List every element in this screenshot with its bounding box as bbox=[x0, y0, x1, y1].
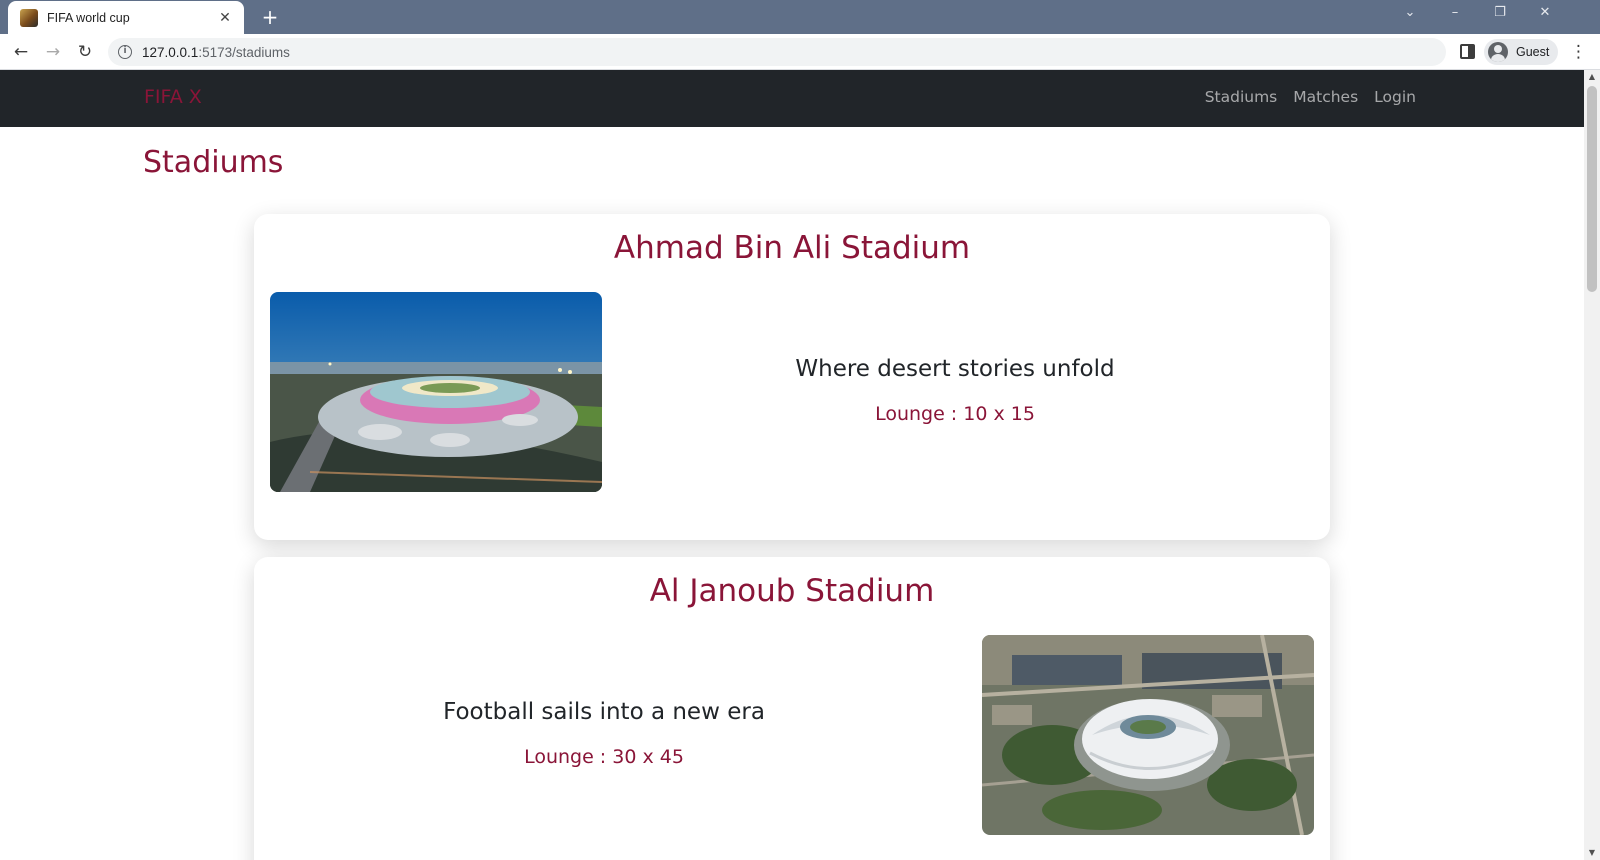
profile-name: Guest bbox=[1516, 45, 1550, 59]
side-panel-icon[interactable] bbox=[1460, 44, 1475, 59]
profile-button[interactable]: Guest bbox=[1484, 39, 1558, 65]
info-icon[interactable]: i bbox=[118, 45, 132, 59]
tab-close-icon[interactable]: ✕ bbox=[216, 10, 234, 26]
reload-icon[interactable]: ↻ bbox=[74, 41, 96, 63]
page-viewport: FIFA X Stadiums Matches Login Stadiums A… bbox=[0, 70, 1584, 860]
arrow-left-icon[interactable]: ← bbox=[10, 41, 32, 63]
nav-link-matches[interactable]: Matches bbox=[1293, 88, 1358, 106]
stadium-lounge: Lounge : 10 x 15 bbox=[875, 403, 1035, 425]
stadium-name: Ahmad Bin Ali Stadium bbox=[613, 230, 971, 266]
stadium-info: Football sails into a new era Lounge : 3… bbox=[334, 699, 874, 768]
arrow-right-icon[interactable]: → bbox=[42, 41, 64, 63]
scroll-down-icon[interactable]: ▼ bbox=[1584, 846, 1600, 860]
restore-icon[interactable]: ❐ bbox=[1488, 5, 1512, 20]
nav-link-login[interactable]: Login bbox=[1374, 88, 1416, 106]
minimize-icon[interactable]: – bbox=[1443, 5, 1467, 20]
new-tab-button[interactable]: + bbox=[258, 6, 282, 28]
tab-search-icon[interactable]: ⌄ bbox=[1398, 5, 1422, 20]
tab-title: FIFA world cup bbox=[47, 10, 130, 25]
site-navbar: FIFA X Stadiums Matches Login bbox=[0, 70, 1584, 127]
scrollbar-thumb[interactable] bbox=[1587, 86, 1597, 292]
profile-avatar-icon bbox=[1488, 42, 1508, 62]
page-title: Stadiums bbox=[143, 145, 284, 180]
browser-toolbar: ← → ↻ i 127.0.0.1:5173/stadiums Guest ⋮ bbox=[0, 34, 1600, 70]
browser-tabstrip: FIFA world cup ✕ + ⌄ – ❐ ✕ bbox=[0, 0, 1600, 34]
stadium-photo-al-janoub bbox=[982, 635, 1314, 835]
stadium-card: Al Janoub Stadium Football sails into a … bbox=[254, 557, 1330, 860]
browser-tab[interactable]: FIFA world cup ✕ bbox=[8, 1, 244, 34]
stadium-photo-ahmad-bin-ali bbox=[270, 292, 602, 492]
nav-link-stadiums[interactable]: Stadiums bbox=[1205, 88, 1278, 106]
page-scrollbar[interactable]: ▲ ▼ bbox=[1584, 70, 1600, 860]
stadium-photo bbox=[270, 292, 602, 492]
scroll-up-icon[interactable]: ▲ bbox=[1584, 70, 1600, 84]
stadium-info: Where desert stories unfold Lounge : 10 … bbox=[685, 356, 1225, 425]
stadium-card: Ahmad Bin Ali Stadium Where desert stori… bbox=[254, 214, 1330, 540]
stadium-slogan: Football sails into a new era bbox=[443, 699, 765, 725]
favicon-icon bbox=[20, 8, 38, 27]
stadium-slogan: Where desert stories unfold bbox=[795, 356, 1115, 382]
nav-links: Stadiums Matches Login bbox=[1205, 88, 1416, 106]
stadium-name: Al Janoub Stadium bbox=[649, 573, 935, 609]
url-host: 127.0.0.1 bbox=[142, 44, 199, 60]
url-path: :5173/stadiums bbox=[198, 44, 290, 60]
stadium-photo bbox=[982, 635, 1314, 835]
more-vert-icon[interactable]: ⋮ bbox=[1570, 42, 1587, 62]
stadium-lounge: Lounge : 30 x 45 bbox=[524, 746, 684, 768]
address-bar[interactable]: i 127.0.0.1:5173/stadiums bbox=[108, 38, 1446, 66]
brand-logo[interactable]: FIFA X bbox=[144, 86, 202, 108]
close-window-icon[interactable]: ✕ bbox=[1533, 5, 1557, 20]
